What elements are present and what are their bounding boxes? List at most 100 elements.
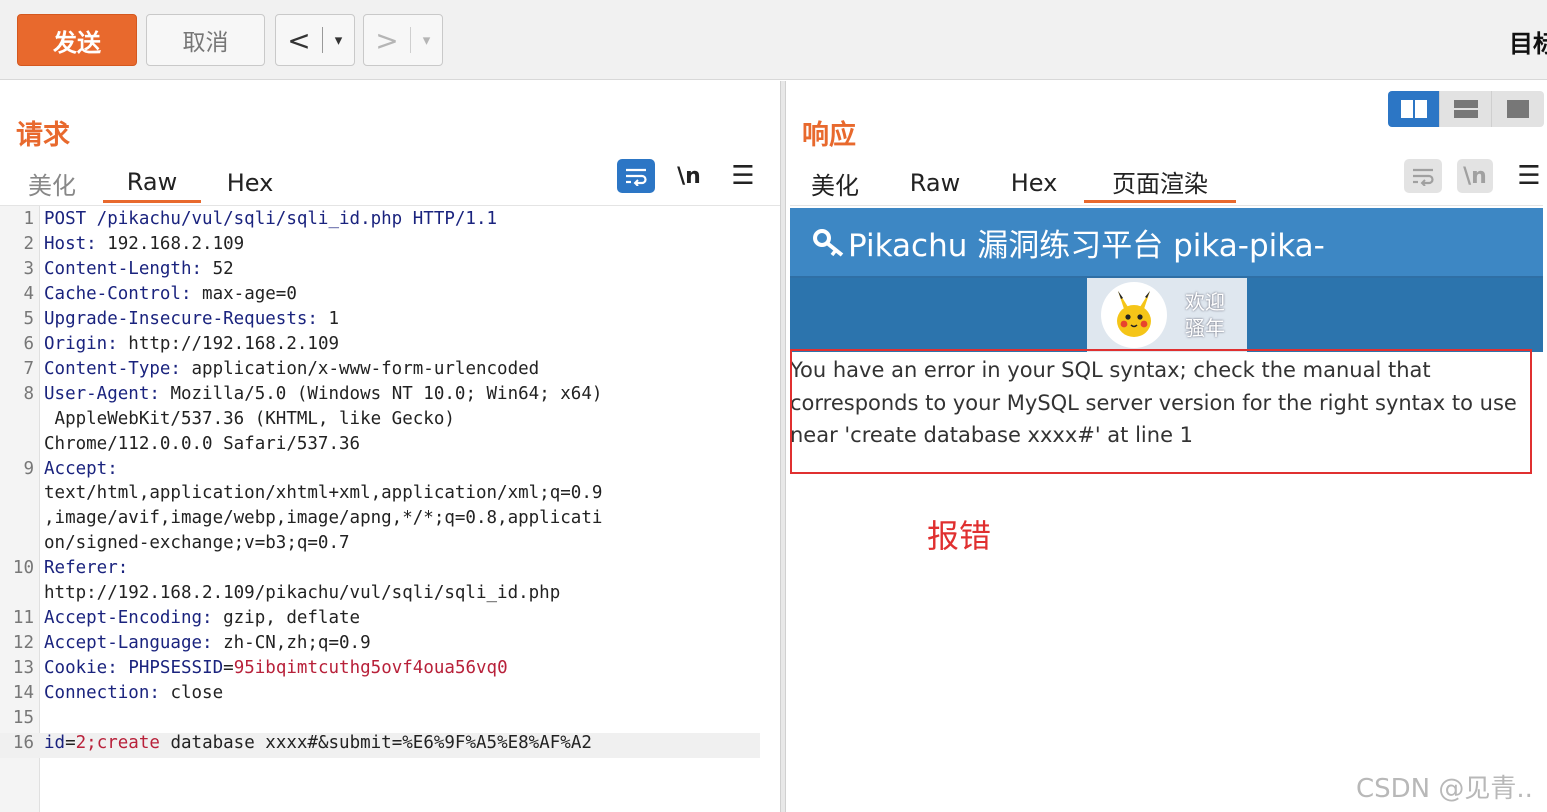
request-line[interactable]: 16 id=2;create database xxxx#&submit=%E6%… xyxy=(0,732,760,758)
line-number: 9 xyxy=(23,458,34,479)
request-line[interactable]: http://192.168.2.109/pikachu/vul/sqli/sq… xyxy=(0,583,770,608)
welcome-text: 欢迎 骚年 xyxy=(1185,289,1225,341)
request-line[interactable]: Chrome/112.0.0.0 Safari/537.36 xyxy=(0,434,770,459)
request-line[interactable]: 6 Origin: http://192.168.2.109 xyxy=(0,334,770,359)
line-content: Chrome/112.0.0.0 Safari/537.36 xyxy=(44,434,360,454)
cookie-value: 95ibqimtcuthg5ovf4oua56vq0 xyxy=(233,658,508,679)
word-wrap-icon[interactable] xyxy=(617,159,655,193)
word-wrap-icon[interactable] xyxy=(1404,159,1442,193)
request-line[interactable]: 9 Accept: xyxy=(0,459,770,484)
equals-sign: = xyxy=(223,658,234,679)
line-content: ,image/avif,image/webp,image/apng,*/*;q=… xyxy=(44,508,602,528)
request-line[interactable]: 3 Content-Length: 52 xyxy=(0,259,770,284)
tab-pretty[interactable]: 美化 xyxy=(800,163,870,203)
pikachu-icon xyxy=(1117,291,1151,337)
header-name: POST /pikachu/vul/sqli/sqli_id.php HTTP/… xyxy=(44,209,498,229)
line-number: 5 xyxy=(23,308,34,329)
cancel-button[interactable]: 取消 xyxy=(146,14,265,66)
back-dropdown-icon[interactable]: ▾ xyxy=(323,31,354,49)
line-content: Upgrade-Insecure-Requests: 1 xyxy=(44,309,339,329)
request-line[interactable]: 13 Cookie: PHPSESSID=95ibqimtcuthg5ovf4ou… xyxy=(0,658,770,683)
request-line[interactable]: 4 Cache-Control: max-age=0 xyxy=(0,284,770,309)
request-line[interactable]: 1 POST /pikachu/vul/sqli/sqli_id.php HTTP… xyxy=(0,209,770,234)
back-arrow-icon: < xyxy=(287,23,311,57)
request-pane: 请求 美化 Raw Hex \n ☰ 1 POST /pikachu/vul/sq… xyxy=(0,81,780,812)
request-line[interactable]: 7 Content-Type: application/x-www-form-ur… xyxy=(0,359,770,384)
side-by-side-layout-icon[interactable] xyxy=(1388,91,1440,127)
request-line[interactable]: 15 xyxy=(0,708,770,733)
request-line[interactable]: 11 Accept-Encoding: gzip, deflate xyxy=(0,608,770,633)
request-line[interactable]: ,image/avif,image/webp,image/apng,*/*;q=… xyxy=(0,508,770,533)
header-value: zh-CN,zh;q=0.9 xyxy=(212,633,371,654)
header-value: 1 xyxy=(317,308,340,329)
site-navbar: 欢迎 骚年 xyxy=(790,278,1543,352)
request-line[interactable]: 8 User-Agent: Mozilla/5.0 (Windows NT 10.… xyxy=(0,384,770,409)
site-title[interactable]: Pikachu 漏洞练习平台 pika-pika- xyxy=(848,220,1325,265)
line-content: User-Agent: Mozilla/5.0 (Windows NT 10.0… xyxy=(44,384,602,404)
wrap-glyph-icon xyxy=(1413,168,1434,186)
tab-raw[interactable]: Raw xyxy=(103,163,201,203)
line-content: Accept-Encoding: gzip, deflate xyxy=(44,608,360,628)
forward-arrow-icon: > xyxy=(375,23,399,57)
request-editor[interactable]: 1 POST /pikachu/vul/sqli/sqli_id.php HTTP… xyxy=(0,205,780,812)
header-name: Accept-Encoding: xyxy=(44,608,213,629)
key-icon xyxy=(813,229,844,257)
request-line[interactable]: text/html,application/xhtml+xml,applicat… xyxy=(0,483,770,508)
stacked-layout-icon[interactable] xyxy=(1440,91,1492,127)
menu-icon[interactable]: ☰ xyxy=(1515,159,1543,193)
user-welcome[interactable]: 欢迎 骚年 xyxy=(1087,278,1247,352)
line-content: Cookie: PHPSESSID=95ibqimtcuthg5ovf4oua5… xyxy=(44,658,508,678)
header-name: Cookie: xyxy=(44,658,118,679)
rendered-page[interactable]: Pikachu 漏洞练习平台 pika-pika- 欢迎 骚年 You have… xyxy=(790,205,1543,812)
line-content: on/signed-exchange;v=b3;q=0.7 xyxy=(44,533,350,553)
line-content: http://192.168.2.109/pikachu/vul/sqli/sq… xyxy=(44,583,560,603)
header-value: AppleWebKit/537.36 (KHTML, like Gecko) xyxy=(44,408,455,429)
watermark: CSDN @见青.. xyxy=(1356,774,1533,804)
request-line[interactable]: 2 Host: 192.168.2.109 xyxy=(0,234,770,259)
param-name: id xyxy=(44,732,66,753)
request-line[interactable]: 5 Upgrade-Insecure-Requests: 1 xyxy=(0,309,770,334)
request-line[interactable]: 10 Referer: xyxy=(0,558,770,583)
header-name: Content-Length: xyxy=(44,258,203,279)
header-value: gzip, deflate xyxy=(212,608,361,629)
line-content: Host: 192.168.2.109 xyxy=(44,234,244,254)
header-name: Host: xyxy=(44,233,97,254)
forward-button[interactable]: > ▾ xyxy=(363,14,443,66)
newline-toggle-icon[interactable]: \n xyxy=(1457,159,1493,193)
request-line[interactable]: 14 Connection: close xyxy=(0,683,770,708)
request-line[interactable]: on/signed-exchange;v=b3;q=0.7 xyxy=(0,533,770,558)
wrap-glyph-icon xyxy=(626,168,647,186)
tab-raw[interactable]: Raw xyxy=(900,163,970,203)
tab-hex[interactable]: Hex xyxy=(214,163,286,203)
header-name: Upgrade-Insecure-Requests: xyxy=(44,308,318,329)
response-title: 响应 xyxy=(802,120,856,151)
header-value: max-age=0 xyxy=(191,283,297,304)
header-name: Referer: xyxy=(44,558,129,579)
line-number: 3 xyxy=(23,258,34,279)
send-button[interactable]: 发送 xyxy=(17,14,137,66)
line-content: Origin: http://192.168.2.109 xyxy=(44,334,339,354)
tab-render[interactable]: 页面渲染 xyxy=(1084,163,1236,203)
single-glyph-icon xyxy=(1507,100,1529,118)
line-content: Connection: close xyxy=(44,683,223,703)
header-name: Cache-Control: xyxy=(44,283,192,304)
single-layout-icon[interactable] xyxy=(1492,91,1544,127)
header-value: text/html,application/xhtml+xml,applicat… xyxy=(44,483,603,504)
request-line[interactable]: AppleWebKit/537.36 (KHTML, like Gecko) xyxy=(0,409,770,434)
request-line[interactable]: 12 Accept-Language: zh-CN,zh;q=0.9 xyxy=(0,633,770,658)
back-button[interactable]: < ▾ xyxy=(275,14,355,66)
columns-glyph-icon xyxy=(1400,100,1427,118)
menu-icon[interactable]: ☰ xyxy=(729,159,757,193)
pikachu-avatar xyxy=(1101,282,1167,348)
forward-dropdown-icon[interactable]: ▾ xyxy=(411,31,442,49)
line-number: 8 xyxy=(23,383,34,404)
tab-hex[interactable]: Hex xyxy=(999,163,1069,203)
header-value: ,image/avif,image/webp,image/apng,*/*;q=… xyxy=(44,508,603,529)
header-name: Connection: xyxy=(44,683,160,704)
tab-pretty[interactable]: 美化 xyxy=(16,163,88,203)
newline-toggle-icon[interactable]: \n xyxy=(671,159,707,193)
toolbar: 发送 取消 < ▾ > ▾ 目标 xyxy=(0,0,1547,80)
header-value: http://192.168.2.109 xyxy=(117,333,340,354)
line-content: Cache-Control: max-age=0 xyxy=(44,284,297,304)
target-label[interactable]: 目标 xyxy=(1509,24,1547,59)
